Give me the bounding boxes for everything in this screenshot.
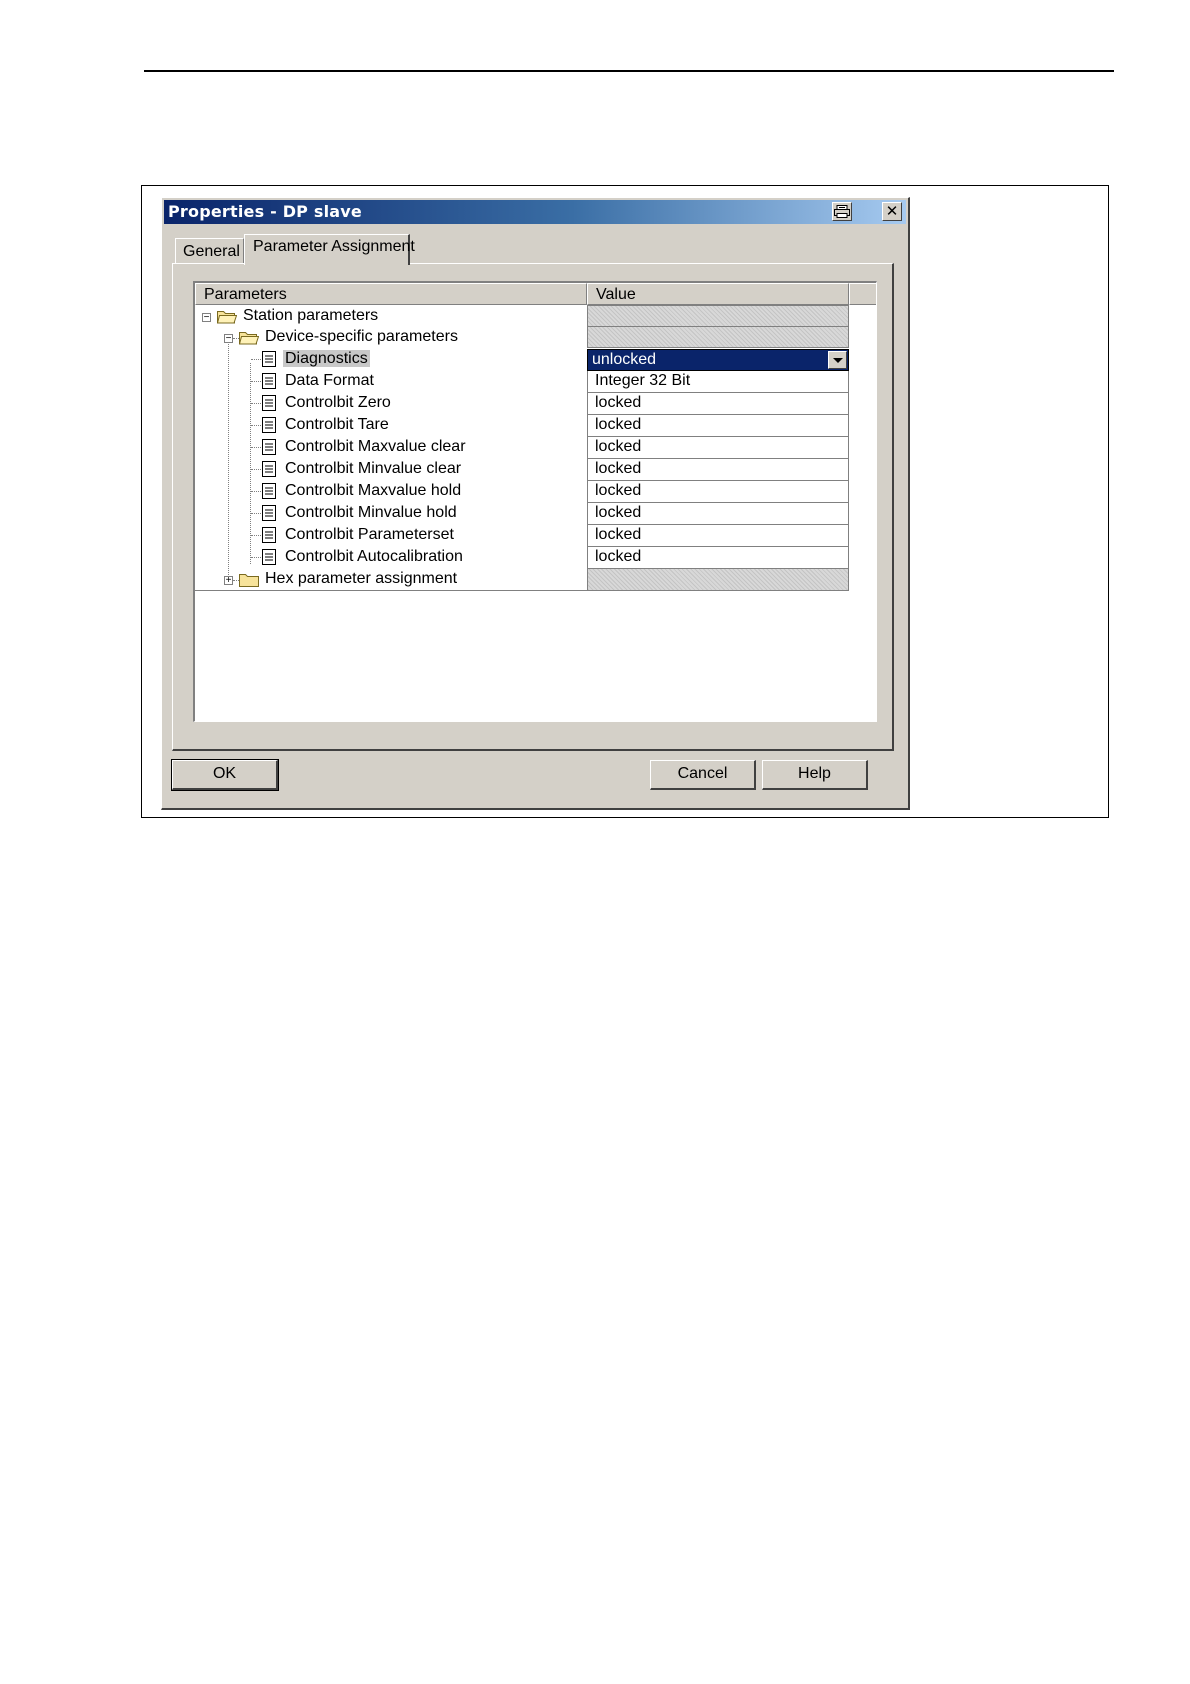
tree-item-station-parameters[interactable]: Station parameters xyxy=(243,305,378,327)
dialog-title: Properties - DP slave xyxy=(168,202,362,221)
parameter-label[interactable]: Controlbit Maxvalue clear xyxy=(285,436,466,458)
value-cell[interactable]: locked xyxy=(587,503,849,525)
parameter-icon xyxy=(262,505,276,521)
tree-line xyxy=(228,341,229,577)
parameter-icon xyxy=(262,395,276,411)
collapse-device-toggle[interactable]: − xyxy=(224,334,233,344)
tab-parameter-assignment[interactable]: Parameter Assignment xyxy=(244,234,415,265)
value-cell-empty xyxy=(587,569,849,591)
cancel-button[interactable]: Cancel xyxy=(650,760,756,790)
column-header-value[interactable]: Value xyxy=(587,283,849,305)
page-header-rule xyxy=(144,70,1114,72)
open-folder-icon xyxy=(217,311,237,324)
print-icon xyxy=(834,205,850,218)
parameter-icon xyxy=(262,351,276,367)
tree-item-label: Hex parameter assignment xyxy=(265,570,458,587)
parameter-label[interactable]: Controlbit Maxvalue hold xyxy=(285,480,461,502)
tree-line xyxy=(251,557,261,558)
value-cell-empty xyxy=(587,327,849,348)
tree-line xyxy=(251,513,261,514)
tree-line xyxy=(250,363,251,564)
parameter-icon xyxy=(262,417,276,433)
parameter-label[interactable]: Data Format xyxy=(285,370,374,392)
column-header-filler xyxy=(849,283,876,305)
tree-item-label: Station parameters xyxy=(243,307,379,324)
tab-general[interactable]: General xyxy=(175,238,244,264)
tree-line xyxy=(251,535,261,536)
folder-icon xyxy=(239,574,259,587)
value-cell[interactable]: locked xyxy=(587,547,849,569)
collapse-station-toggle[interactable]: − xyxy=(202,313,211,323)
title-bar[interactable]: Properties - DP slave ✕ xyxy=(164,200,906,224)
parameter-label-text: Diagnostics xyxy=(283,350,370,367)
tree-line xyxy=(251,447,261,448)
tree-item-hex-parameter-assignment[interactable]: Hex parameter assignment xyxy=(265,568,457,590)
help-button[interactable]: Help xyxy=(762,760,868,790)
parameter-icon xyxy=(262,549,276,565)
dropdown-value: unlocked xyxy=(592,351,657,368)
parameter-grid[interactable]: Parameters Value − Station parameters − xyxy=(193,281,877,722)
value-cell[interactable]: locked xyxy=(587,437,849,459)
parameter-label[interactable]: Controlbit Parameterset xyxy=(285,524,454,546)
chevron-down-icon[interactable] xyxy=(828,351,847,369)
expand-hex-toggle[interactable]: + xyxy=(224,576,233,586)
parameter-icon xyxy=(262,527,276,543)
value-cell[interactable]: locked xyxy=(587,459,849,481)
value-cell[interactable]: locked xyxy=(587,393,849,415)
parameter-label[interactable]: Diagnostics xyxy=(283,348,370,370)
tree-line xyxy=(251,469,261,470)
tree-line xyxy=(251,359,261,360)
ok-button[interactable]: OK xyxy=(171,759,279,791)
value-cell[interactable]: Integer 32 Bit xyxy=(587,371,849,393)
close-button[interactable]: ✕ xyxy=(882,202,902,221)
parameter-icon xyxy=(262,483,276,499)
tree-item-label: Device-specific parameters xyxy=(265,328,458,345)
value-cell[interactable]: locked xyxy=(587,525,849,547)
value-cell-empty xyxy=(587,305,849,327)
tree-line xyxy=(251,425,261,426)
parameter-icon xyxy=(262,461,276,477)
parameter-label[interactable]: Controlbit Minvalue hold xyxy=(285,502,457,524)
tree-line xyxy=(251,491,261,492)
grid-row-separator xyxy=(195,590,587,591)
tree-line xyxy=(251,381,261,382)
tab-panel: Parameters Value − Station parameters − xyxy=(172,263,894,751)
parameter-label[interactable]: Controlbit Tare xyxy=(285,414,389,436)
parameter-label[interactable]: Controlbit Autocalibration xyxy=(285,546,463,568)
value-cell[interactable]: locked xyxy=(587,415,849,437)
value-cell[interactable]: locked xyxy=(587,481,849,503)
tree-line xyxy=(251,403,261,404)
parameter-label[interactable]: Controlbit Minvalue clear xyxy=(285,458,461,480)
open-folder-icon xyxy=(239,332,259,345)
parameter-label[interactable]: Controlbit Zero xyxy=(285,392,391,414)
print-button[interactable] xyxy=(832,202,852,221)
value-dropdown[interactable]: unlocked xyxy=(587,349,849,371)
column-header-parameters[interactable]: Parameters xyxy=(195,283,587,305)
close-icon: ✕ xyxy=(885,203,899,220)
properties-dialog: Properties - DP slave ✕ General Paramete… xyxy=(161,197,910,810)
parameter-icon xyxy=(262,439,276,455)
tree-item-device-specific-parameters[interactable]: Device-specific parameters xyxy=(265,326,458,348)
parameter-icon xyxy=(262,373,276,389)
